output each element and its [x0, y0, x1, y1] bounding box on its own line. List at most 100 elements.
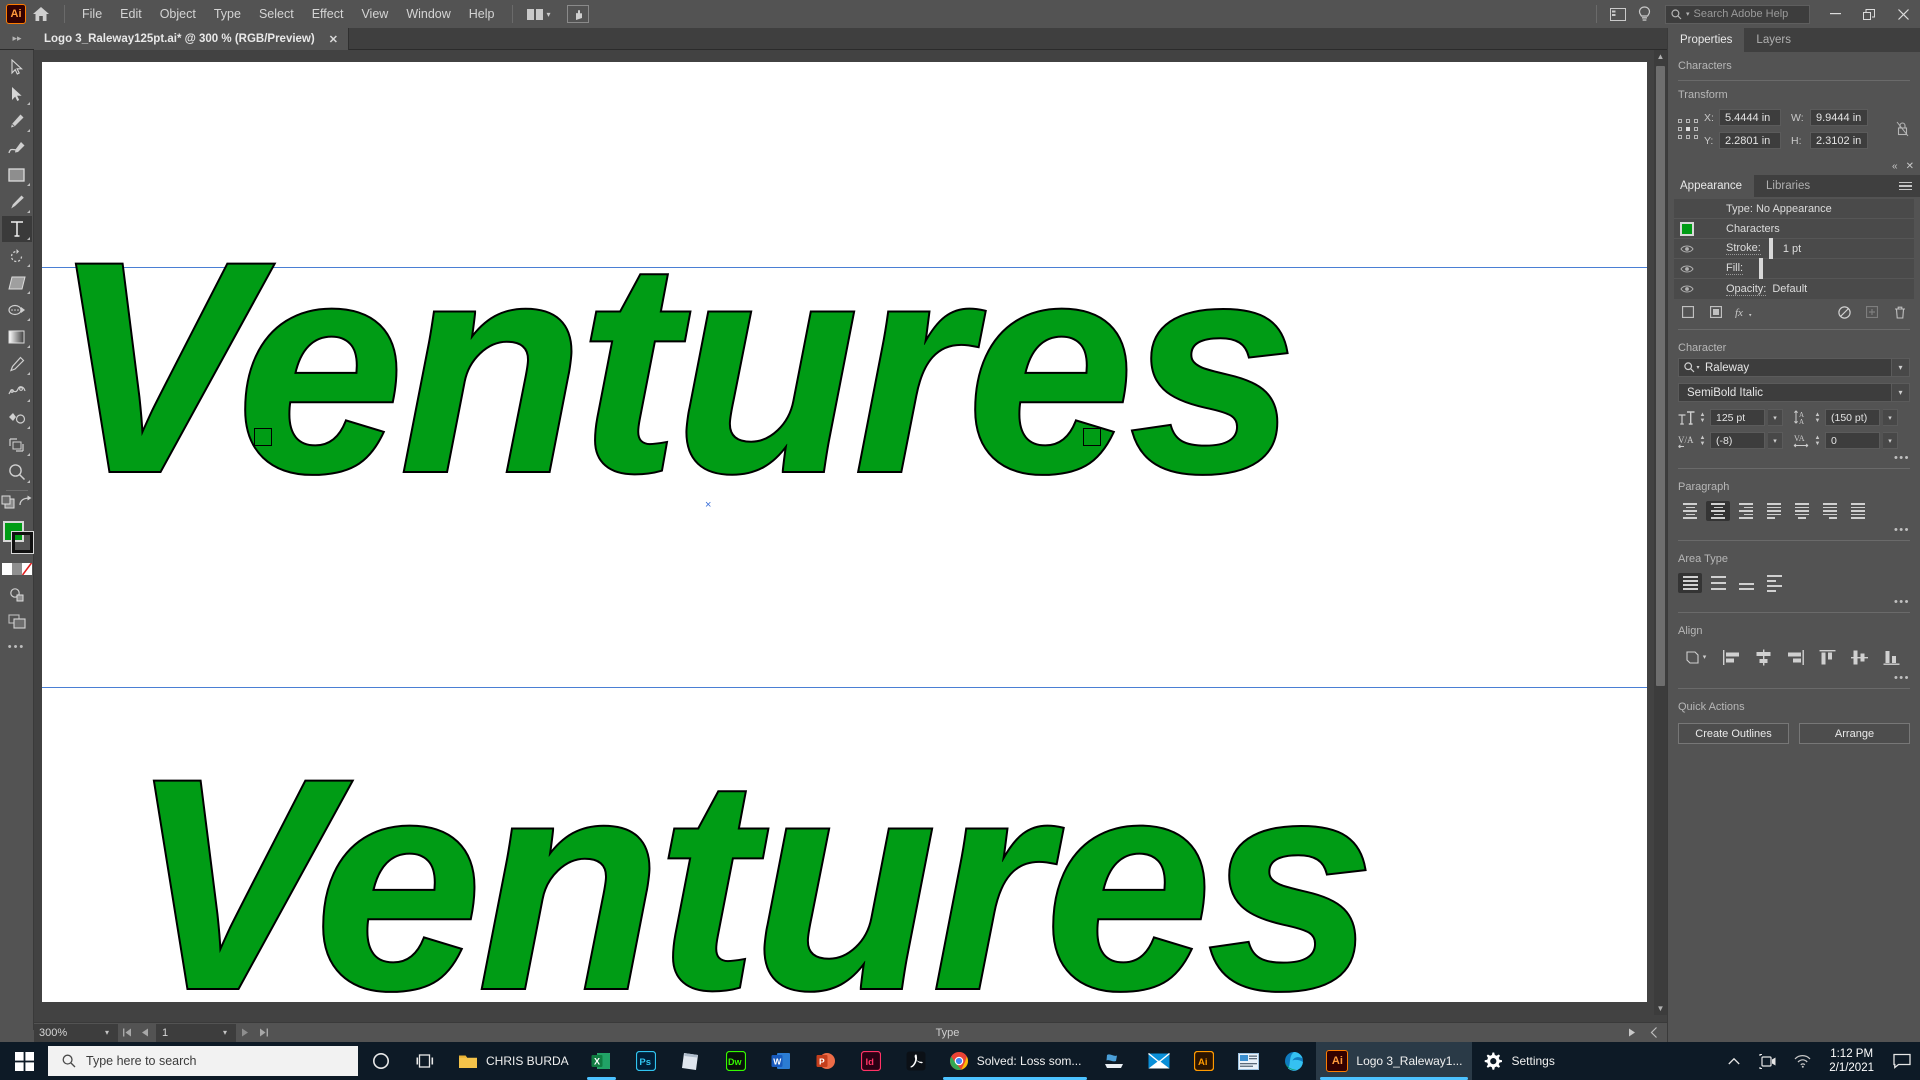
none-button[interactable]: [21, 563, 32, 575]
align-left-edges-button[interactable]: [1718, 645, 1744, 669]
area-type-option-2-button[interactable]: [1706, 573, 1730, 593]
blend-tool[interactable]: [2, 378, 32, 404]
align-horizontal-center-button[interactable]: [1750, 645, 1776, 669]
edit-toolbar-button[interactable]: •••: [8, 641, 26, 653]
taskbar-clock[interactable]: 1:12 PM 2/1/2021: [1819, 1047, 1884, 1075]
add-new-stroke-icon[interactable]: [1674, 302, 1702, 322]
cortana-icon[interactable]: [358, 1042, 403, 1080]
appearance-fill-row[interactable]: Fill:: [1674, 257, 1914, 279]
duplicate-item-icon[interactable]: [1858, 302, 1886, 322]
align-more-options-button[interactable]: •••: [1668, 669, 1920, 684]
taskbar-search-input[interactable]: Type here to search: [48, 1046, 358, 1076]
align-left-button[interactable]: [1678, 501, 1702, 521]
appearance-stroke-row[interactable]: Stroke: 1 pt: [1674, 237, 1914, 259]
transform-h-input[interactable]: 2.3102 in: [1810, 132, 1868, 149]
arrange-screen-tool[interactable]: [2, 608, 32, 634]
menu-edit[interactable]: Edit: [111, 3, 151, 25]
shaper-tool[interactable]: [2, 270, 32, 296]
show-hidden-icons-chevron-icon[interactable]: [1717, 1042, 1751, 1080]
menu-view[interactable]: View: [352, 3, 397, 25]
kerning-stepper[interactable]: ▲ ▼: [1698, 435, 1707, 447]
close-button[interactable]: [1886, 0, 1920, 28]
direct-selection-tool[interactable]: [2, 81, 32, 107]
area-type-option-4-button[interactable]: [1762, 573, 1786, 593]
arrange-button[interactable]: Arrange: [1799, 723, 1910, 744]
appearance-characters-row[interactable]: Characters: [1674, 219, 1914, 239]
text-selection-handle[interactable]: [254, 428, 272, 446]
touch-workspace-button[interactable]: [566, 5, 589, 23]
font-style-dropdown-icon[interactable]: ▾: [1891, 384, 1909, 401]
width-tool[interactable]: [2, 297, 32, 323]
change-screen-mode-icon[interactable]: [18, 495, 33, 515]
home-icon[interactable]: [26, 0, 56, 28]
align-vertical-center-button[interactable]: [1846, 645, 1872, 669]
create-outlines-button[interactable]: Create Outlines: [1678, 723, 1789, 744]
file-explorer-taskbar-item[interactable]: CHRIS BURDA: [448, 1042, 579, 1080]
align-bottom-edges-button[interactable]: [1878, 645, 1904, 669]
settings-taskbar-item[interactable]: Settings: [1472, 1042, 1564, 1080]
stroke-label[interactable]: Stroke:: [1726, 242, 1761, 255]
fill-stroke-swatches[interactable]: [2, 521, 34, 555]
task-view-icon[interactable]: [403, 1042, 448, 1080]
font-size-input[interactable]: 125 pt: [1710, 409, 1765, 426]
change-screen-mode-tool[interactable]: [2, 581, 32, 607]
restore-button[interactable]: [1852, 0, 1886, 28]
first-artboard-button[interactable]: [118, 1024, 136, 1042]
stroke-visibility-eye-icon[interactable]: [1674, 244, 1700, 254]
menu-file[interactable]: File: [73, 3, 111, 25]
justify-all-button[interactable]: [1846, 501, 1870, 521]
tab-libraries[interactable]: Libraries: [1754, 175, 1822, 197]
stroke-weight-value[interactable]: 1 pt: [1783, 243, 1801, 255]
text-selection-handle[interactable]: [1083, 428, 1101, 446]
align-right-edges-button[interactable]: [1782, 645, 1808, 669]
stroke-swatch[interactable]: [10, 531, 34, 554]
fill-visibility-eye-icon[interactable]: [1674, 264, 1700, 274]
clear-appearance-icon[interactable]: [1830, 302, 1858, 322]
zoom-tool[interactable]: [2, 459, 32, 485]
transform-y-input[interactable]: 2.2801 in: [1719, 132, 1781, 149]
fill-label[interactable]: Fill:: [1726, 262, 1744, 275]
zoom-level-field[interactable]: 300%: [34, 1023, 96, 1042]
font-size-stepper[interactable]: ▲ ▼: [1698, 412, 1707, 424]
artboard-dropdown-icon[interactable]: ▾: [214, 1023, 236, 1042]
discover-bulb-icon[interactable]: [1631, 0, 1657, 28]
menu-effect[interactable]: Effect: [303, 3, 353, 25]
rotate-tool[interactable]: [2, 243, 32, 269]
document-tab[interactable]: Logo 3_Raleway125pt.ai* @ 300 % (RGB/Pre…: [34, 28, 349, 50]
leading-dropdown-icon[interactable]: ▾: [1883, 409, 1898, 426]
add-new-fill-icon[interactable]: [1702, 302, 1730, 322]
tracking-stepper[interactable]: ▲ ▼: [1813, 435, 1822, 447]
status-collapse-icon[interactable]: [1641, 1024, 1667, 1042]
scroll-down-icon[interactable]: ▼: [1654, 1002, 1667, 1015]
type-tool[interactable]: [1, 216, 32, 242]
align-center-button[interactable]: [1706, 501, 1730, 521]
constrain-proportions-icon[interactable]: [1894, 121, 1910, 137]
last-artboard-button[interactable]: [254, 1024, 272, 1042]
search-adobe-help-input[interactable]: ▾ Search Adobe Help: [1665, 4, 1810, 24]
fill-color-swatch[interactable]: [1759, 257, 1764, 279]
vertical-scroll-thumb[interactable]: [1656, 66, 1665, 686]
leading-stepper[interactable]: ▲ ▼: [1813, 412, 1822, 424]
color-swatch-button[interactable]: [1, 563, 12, 575]
scanner-taskbar-item[interactable]: [1091, 1042, 1136, 1080]
tab-appearance[interactable]: Appearance: [1668, 175, 1755, 197]
font-family-input[interactable]: ▾ Raleway ▾: [1678, 358, 1910, 377]
acrobat-taskbar-item[interactable]: [894, 1042, 939, 1080]
status-next-icon[interactable]: [1623, 1024, 1641, 1042]
tracking-dropdown-icon[interactable]: ▾: [1883, 432, 1898, 449]
artwork-text-ventures-second-line[interactable]: Ventures: [130, 734, 1371, 1030]
color-mode-buttons[interactable]: [1, 563, 32, 575]
collapse-panel-icon[interactable]: «: [1892, 161, 1898, 172]
curvature-tool[interactable]: [2, 135, 32, 161]
indesign-taskbar-item[interactable]: Id: [849, 1042, 894, 1080]
menu-object[interactable]: Object: [151, 3, 205, 25]
characters-color-swatch[interactable]: [1674, 221, 1700, 236]
opacity-visibility-eye-icon[interactable]: [1674, 284, 1700, 294]
eyedropper-tool[interactable]: [2, 351, 32, 377]
stroke-color-swatch[interactable]: [1768, 237, 1773, 259]
minimize-button[interactable]: [1818, 0, 1852, 28]
previous-artboard-button[interactable]: [136, 1024, 154, 1042]
align-right-button[interactable]: [1734, 501, 1758, 521]
sticky-notes-taskbar-item[interactable]: [669, 1042, 714, 1080]
artwork-text-ventures[interactable]: Ventures: [50, 215, 1299, 519]
